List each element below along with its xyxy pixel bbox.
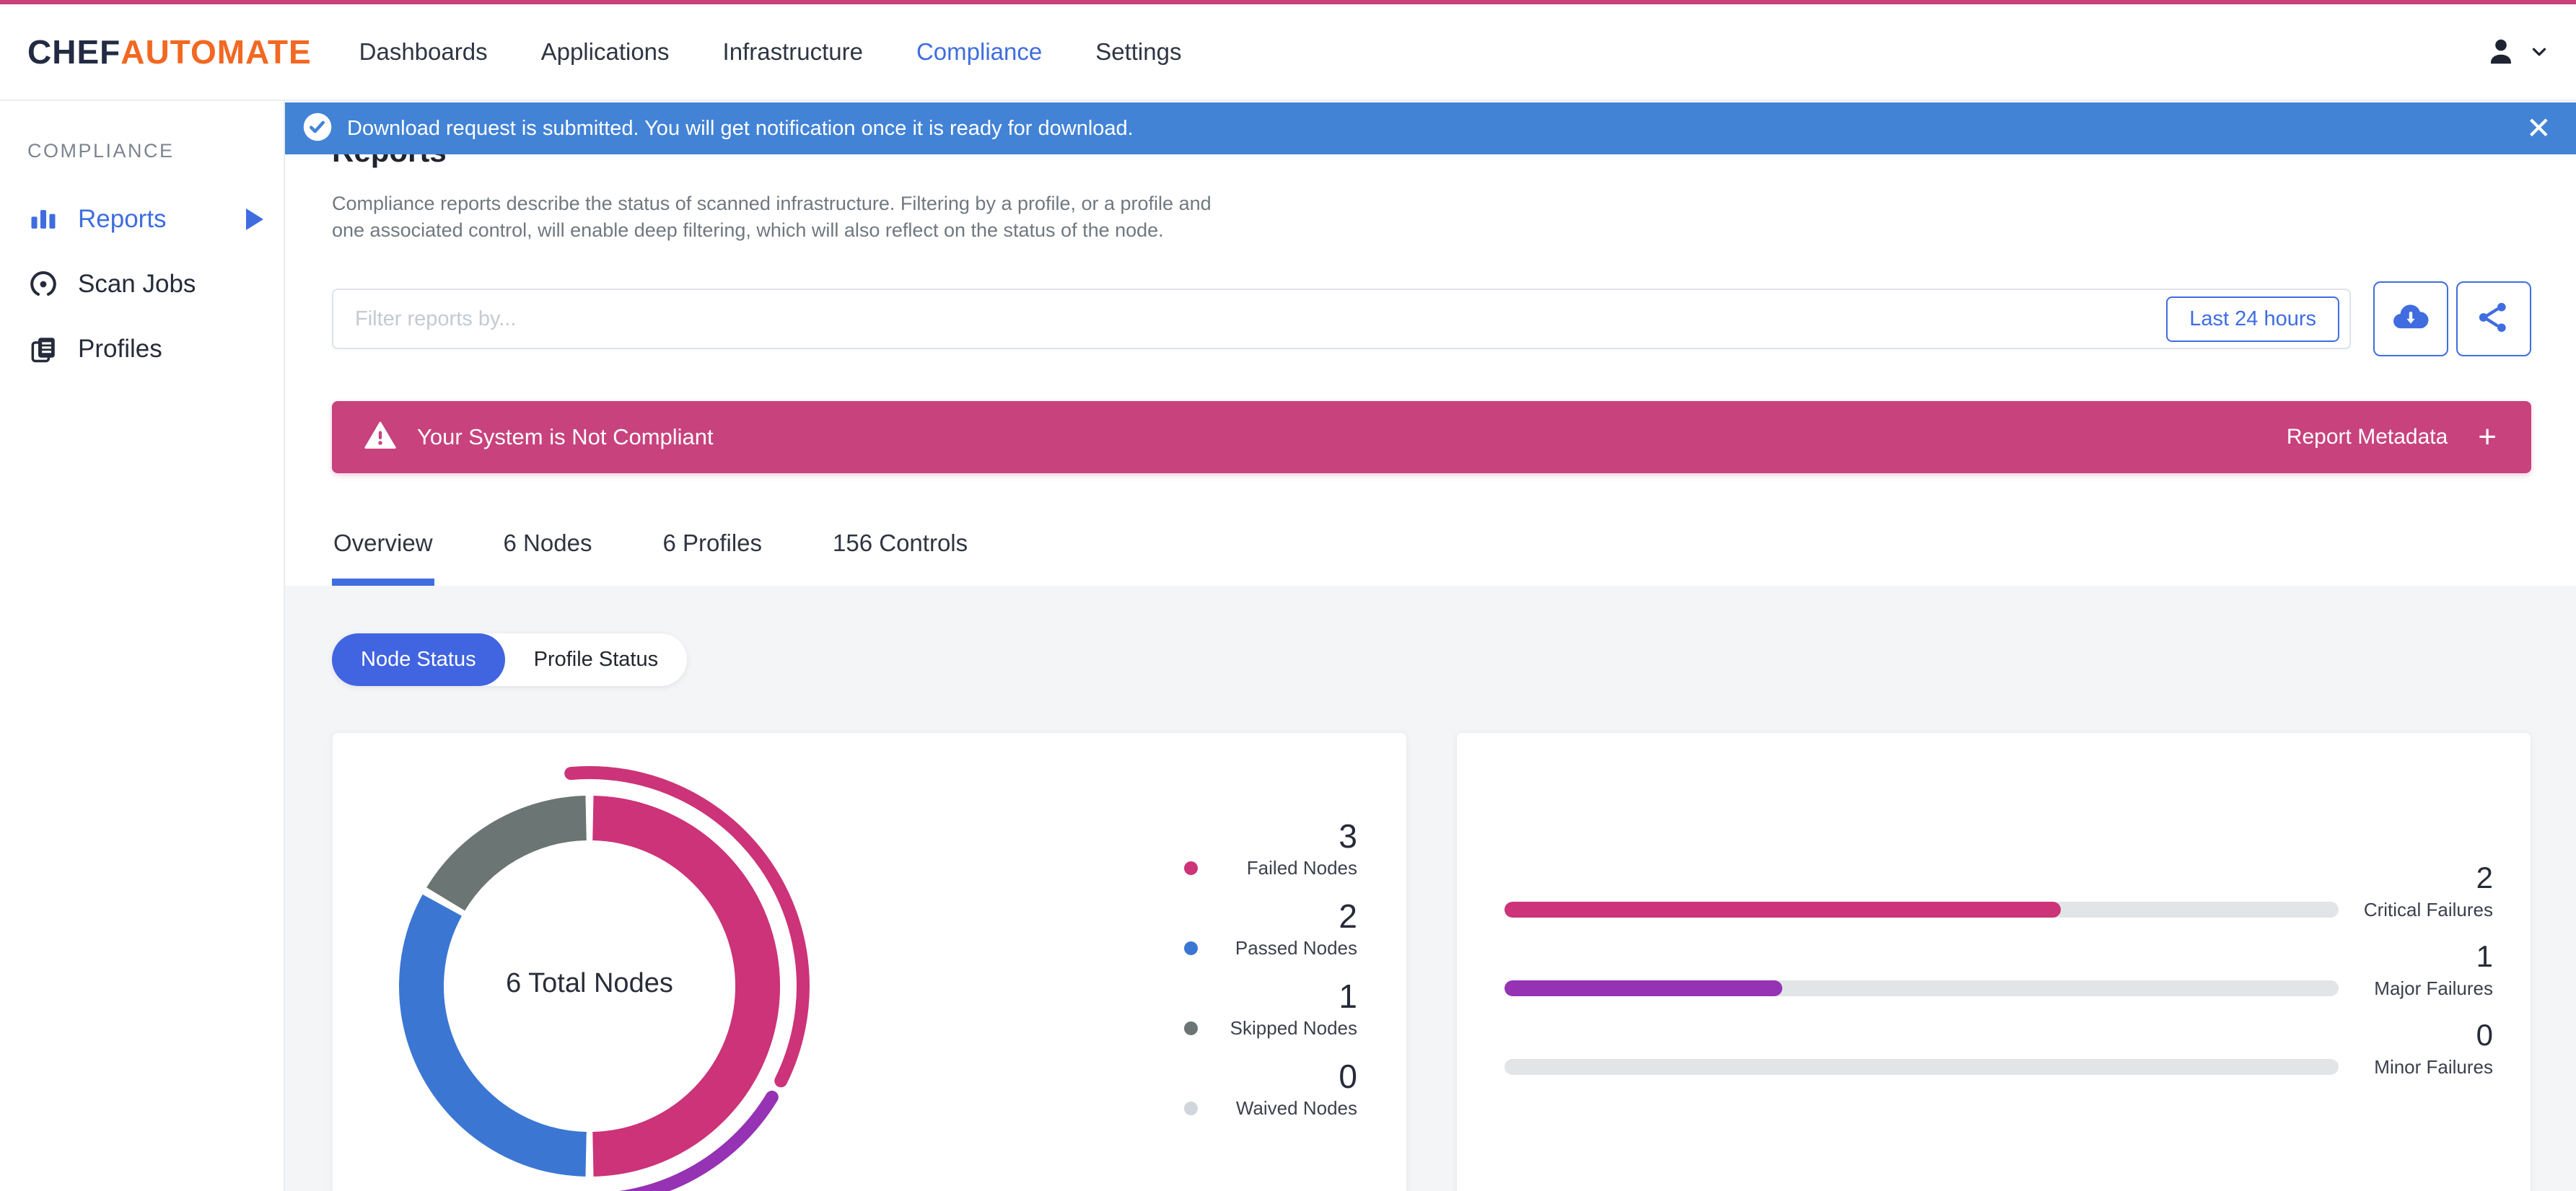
logo-automate: AUTOMATE (121, 33, 312, 71)
progress-track (1504, 980, 2339, 996)
sidebar-item-label: Profiles (78, 335, 162, 363)
download-notification-banner: Download request is submitted. You will … (285, 102, 2576, 154)
legend-dot-icon (1184, 941, 1198, 955)
overview-section: Node Status Profile Status 6 Total Nodes… (285, 586, 2576, 1191)
chef-automate-logo[interactable]: CHEFAUTOMATE (27, 32, 312, 71)
sidebar-item-scan-jobs[interactable]: Scan Jobs (0, 256, 284, 312)
nav-item-infrastructure[interactable]: Infrastructure (723, 38, 863, 66)
share-report-button[interactable] (2456, 281, 2531, 356)
check-circle-icon (302, 112, 333, 146)
legend-item: 1 Skipped Nodes (1184, 980, 1357, 1039)
legend-label: Passed Nodes (1235, 936, 1357, 959)
progress-fill (1504, 901, 2061, 918)
severity-row: 1 Major Failures (1457, 941, 2531, 1027)
expand-metadata-icon[interactable]: + (2478, 421, 2497, 453)
top-accent-line (0, 0, 2576, 4)
chevron-down-icon (2528, 41, 2550, 63)
sidebar-item-profiles[interactable]: Profiles (0, 321, 284, 377)
severity-label: Critical Failures (2363, 899, 2493, 920)
bar-chart-icon (27, 203, 59, 235)
severity-value: 0 (2476, 1018, 2493, 1052)
download-report-button[interactable] (2373, 281, 2448, 356)
report-tabs: Overview 6 Nodes 6 Profiles 156 Controls (332, 508, 2531, 586)
sidebar-item-reports[interactable]: Reports (0, 191, 284, 247)
donut-center-label: 6 Total Nodes (506, 968, 673, 998)
severity-value: 1 (2476, 939, 2493, 973)
legend-item: 2 Passed Nodes (1184, 900, 1357, 959)
tab-profiles[interactable]: 6 Profiles (661, 508, 763, 586)
failure-severity-card: 2 Critical Failures 1 Major Failures 0 Minor … (1456, 732, 2531, 1191)
nav-item-dashboards[interactable]: Dashboards (359, 38, 488, 66)
severity-row: 0 Minor Failures (1457, 1020, 2531, 1106)
close-icon[interactable]: ✕ (2526, 113, 2551, 144)
legend-label: Failed Nodes (1246, 856, 1357, 879)
nav-item-applications[interactable]: Applications (541, 38, 670, 66)
top-navbar: CHEFAUTOMATE Dashboards Applications Inf… (0, 4, 2576, 101)
nav-links: Dashboards Applications Infrastructure C… (359, 38, 1235, 66)
legend-value: 3 (1339, 817, 1357, 855)
node-status-legend: 3 Failed Nodes 2 Passed Nodes 1 Skipped Nodes… (1184, 819, 1357, 1140)
chevron-right-icon (246, 208, 263, 230)
documents-icon (27, 333, 59, 365)
node-status-card: 6 Total Nodes 3 Failed Nodes 2 Passed Nodes… (332, 732, 1407, 1191)
tab-overview[interactable]: Overview (332, 508, 434, 586)
severity-label: Minor Failures (2374, 1056, 2493, 1078)
warning-icon (364, 419, 397, 456)
sidebar-item-label: Scan Jobs (78, 270, 196, 298)
share-icon (2475, 299, 2513, 340)
toggle-profile-status[interactable]: Profile Status (505, 633, 687, 686)
severity-label: Major Failures (2374, 977, 2493, 999)
time-range-button[interactable]: Last 24 hours (2166, 296, 2339, 342)
user-icon (2484, 35, 2518, 69)
legend-label: Skipped Nodes (1230, 1016, 1357, 1039)
reports-header-section: Reports Compliance reports describe the … (285, 101, 2576, 586)
legend-value: 0 (1339, 1058, 1357, 1095)
tab-nodes[interactable]: 6 Nodes (502, 508, 594, 586)
logo-chef: CHEF (27, 33, 121, 71)
progress-track (1504, 901, 2339, 918)
legend-dot-icon (1184, 1101, 1198, 1115)
severity-row: 2 Critical Failures (1457, 863, 2531, 949)
progress-fill (1504, 980, 1783, 996)
overview-cards: 6 Total Nodes 3 Failed Nodes 2 Passed Nodes… (332, 732, 2531, 1191)
tab-controls[interactable]: 156 Controls (831, 508, 969, 586)
severity-bars: 2 Critical Failures 1 Major Failures 0 Minor … (1457, 733, 2531, 1106)
legend-dot-icon (1184, 1021, 1198, 1035)
legend-item: 0 Waived Nodes (1184, 1060, 1357, 1119)
nav-item-settings[interactable]: Settings (1095, 38, 1181, 66)
page-description: Compliance reports describe the status o… (332, 193, 1212, 241)
user-menu[interactable] (2484, 35, 2550, 69)
cloud-download-icon (2391, 297, 2431, 341)
compliance-sidebar: COMPLIANCE Reports Scan Jobs Profiles (0, 101, 285, 1191)
sidebar-item-label: Reports (78, 205, 167, 233)
radar-icon (27, 268, 59, 300)
filter-row: Last 24 hours (332, 281, 2531, 356)
severity-value: 2 (2476, 861, 2493, 895)
filter-box: Last 24 hours (332, 289, 2351, 349)
toggle-node-status[interactable]: Node Status (332, 633, 505, 686)
compliance-status-text: Your System is Not Compliant (417, 424, 714, 449)
nav-item-compliance[interactable]: Compliance (916, 38, 1042, 66)
progress-track (1504, 1058, 2339, 1075)
main-content: Reports Compliance reports describe the … (285, 101, 2576, 1191)
legend-item: 3 Failed Nodes (1184, 819, 1357, 879)
legend-label: Waived Nodes (1235, 1096, 1357, 1119)
donut-segment (426, 796, 587, 911)
legend-value: 2 (1339, 897, 1357, 935)
sidebar-header: COMPLIANCE (27, 140, 175, 162)
filter-reports-input[interactable] (355, 307, 2152, 331)
notification-message: Download request is submitted. You will … (347, 116, 1134, 140)
status-toggle: Node Status Profile Status (332, 633, 688, 686)
legend-dot-icon (1184, 861, 1198, 875)
donut-segment (399, 894, 587, 1177)
legend-value: 1 (1339, 977, 1357, 1015)
not-compliant-banner[interactable]: Your System is Not Compliant Report Meta… (332, 401, 2531, 473)
report-metadata-label[interactable]: Report Metadata (2287, 425, 2448, 449)
